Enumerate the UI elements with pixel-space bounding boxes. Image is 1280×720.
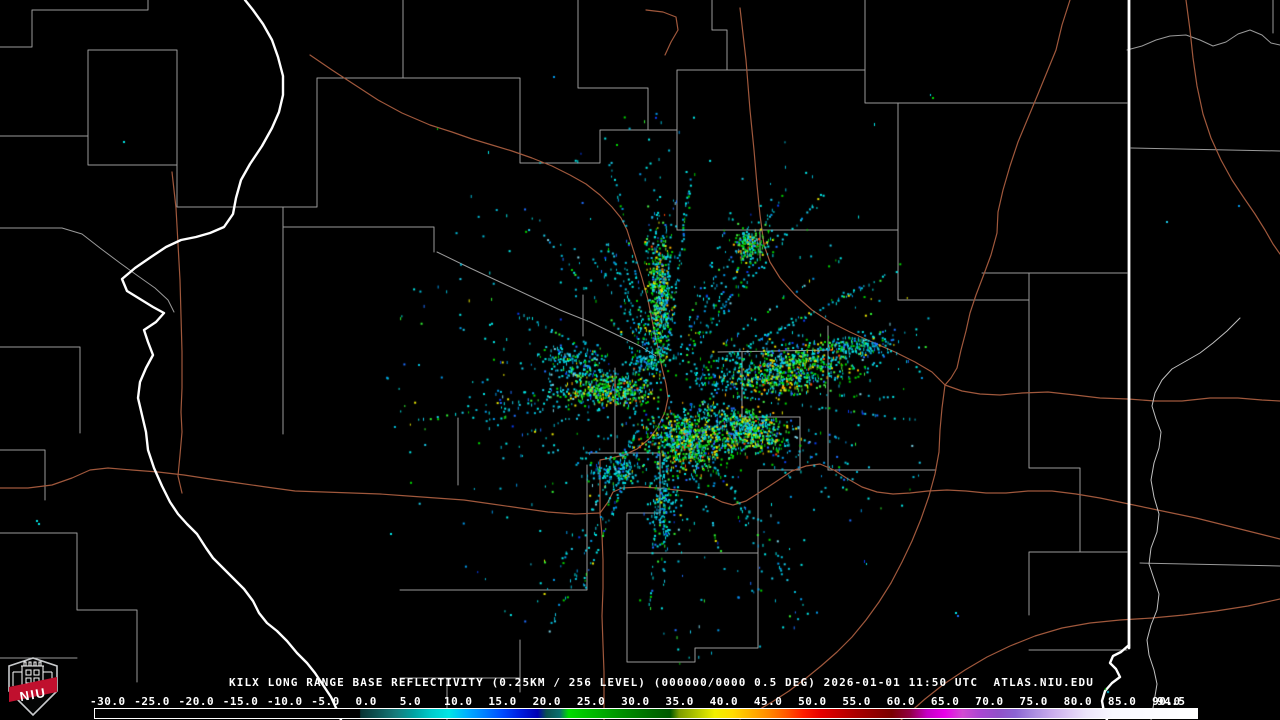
colorbar-tick-label: -20.0 [178,695,215,708]
colorbar-tick-label: 5.0 [399,695,422,708]
colorbar-tick-label: 20.0 [532,695,562,708]
colorbar-tick-label: 65.0 [930,695,960,708]
colorbar-tick-label: 15.0 [488,695,517,708]
colorbar-tick-label: 40.0 [709,695,739,708]
niu-logo: NIU [8,657,58,717]
colorbar-tick-label: 80.0 [1063,695,1093,708]
colorbar-tick-label: 25.0 [576,695,606,708]
colorbar-tick-label: 50.0 [798,695,827,708]
colorbar-tick-label: 85.0 [1107,695,1137,708]
colorbar-tick-label: 10.0 [444,695,473,708]
colorbar-tick-label: 60.0 [886,695,916,708]
colorbar-tick-label: -30.0 [90,695,126,708]
radar-product-title: KILX LONG RANGE BASE REFLECTIVITY (0.25K… [229,676,1094,689]
colorbar-tick-label: -10.0 [267,695,303,708]
colorbar-tick-label: -5.0 [311,695,340,708]
reflectivity-echoes-layer [0,0,1280,720]
colorbar-tick-label: 75.0 [1019,695,1048,708]
colorbar-tick-label: 0.0 [355,695,377,708]
colorbar-tick-label: 55.0 [842,695,871,708]
reflectivity-colorbar [94,708,1198,719]
radar-display-screen: KILX LONG RANGE BASE REFLECTIVITY (0.25K… [0,0,1280,720]
colorbar-tick-label: 35.0 [665,695,694,708]
colorbar-tick-label: 45.0 [753,695,783,708]
colorbar-tick-labels: -30.0 -25.0 -20.0 -15.0 -10.0 -5.0 0.0 5.0 10.0 1… [0,695,1280,708]
colorbar-tick-label: 94.5 [1157,695,1186,708]
colorbar-tick-label: 70.0 [975,695,1004,708]
colorbar-tick-label: -25.0 [134,695,170,708]
colorbar-tick-label: -15.0 [222,695,259,708]
colorbar-tick-label: 30.0 [621,695,650,708]
